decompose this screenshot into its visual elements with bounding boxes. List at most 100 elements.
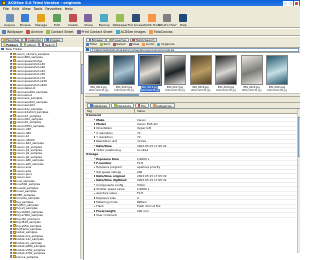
bullet-icon xyxy=(93,179,96,182)
folder-icon xyxy=(12,117,16,121)
view-button[interactable]: View xyxy=(128,42,139,46)
thumbnail-image[interactable] xyxy=(113,55,135,85)
properties-scroll-thumb[interactable] xyxy=(298,117,300,157)
folder-icon xyxy=(12,152,16,155)
folder-icon xyxy=(12,100,16,103)
thumbnail[interactable]: IMG_0015.jpg 1600x1200 86 jpg xyxy=(113,55,136,94)
bullet-icon xyxy=(93,201,96,203)
tab-favorites[interactable]: Favorites xyxy=(0,37,22,42)
secondary-toolbar-button[interactable]: Print Contact Sheet xyxy=(76,30,113,34)
tab-label: Browser xyxy=(91,37,104,42)
address-field[interactable]: f:\data\digital\photography\cameras\cano… xyxy=(90,47,299,52)
tree-scrollbar[interactable] xyxy=(80,52,83,259)
thumbnail-info: 1600x1200 86 jpg xyxy=(139,89,160,92)
toolbar-button-label: What's this? xyxy=(158,22,177,27)
folder-icon xyxy=(12,162,16,165)
folder-icon xyxy=(12,80,16,83)
close-button[interactable] xyxy=(294,0,299,6)
secondary-toolbar-button[interactable]: Archive xyxy=(25,30,43,34)
folder-icon xyxy=(12,241,16,244)
folder-icon xyxy=(12,251,16,255)
thumbnail[interactable]: IMG_0021.jpg 1600x1200 86 jpg xyxy=(266,55,289,94)
folder-icon xyxy=(12,97,16,100)
audio-button[interactable]: Audio xyxy=(142,42,154,46)
thumbnail[interactable]: IMG_0016.jpg 1600x1200 86 jpg xyxy=(137,54,162,94)
toolbar-button[interactable]: ACDS Tools xyxy=(143,12,160,27)
filter-button[interactable]: Filter xyxy=(86,42,97,46)
window-title: ACDSee 5.0 Tried Version - originals xyxy=(8,1,81,5)
thumbnail-scroll-thumb[interactable] xyxy=(99,94,139,97)
value-column-header[interactable]: Value xyxy=(135,109,300,113)
tab-calendar[interactable]: Calendar xyxy=(22,37,44,42)
menu-item[interactable]: Edit xyxy=(12,7,19,11)
toolbar-button[interactable]: Full Screen xyxy=(128,12,144,27)
thumbnail-image[interactable] xyxy=(87,55,110,85)
thumbnail[interactable]: IMG_0018.jpg 1600x1200 86 jpg xyxy=(189,55,212,94)
thumbnail-image[interactable] xyxy=(215,55,237,85)
minimize-button[interactable] xyxy=(282,0,288,6)
select-button[interactable]: Select xyxy=(112,42,126,46)
thumbnail-image[interactable] xyxy=(164,55,186,85)
tab-database[interactable]: Database xyxy=(87,103,110,108)
menu-item[interactable]: View xyxy=(22,7,31,11)
thumbnail[interactable]: IMG_0019.jpg 1600x1200 86 jpg xyxy=(215,55,238,94)
new-folder-icon[interactable] xyxy=(1,47,4,51)
toolbar-button[interactable]: Acquire xyxy=(2,12,17,27)
toolbar-button[interactable]: Manage xyxy=(34,12,49,27)
thumbnail-image[interactable] xyxy=(137,54,162,86)
secondary-toolbar-button[interactable]: Contact Sheet xyxy=(45,30,74,34)
folder-up-icon[interactable] xyxy=(86,48,89,52)
toolbar-button[interactable]: Edit xyxy=(49,12,64,27)
tab-album[interactable]: Album xyxy=(21,42,39,47)
toolbar-button[interactable]: Wallpaper xyxy=(113,12,128,27)
secondary-toolbar-label: Print Contact Sheet xyxy=(81,30,113,34)
share-icon xyxy=(84,13,93,22)
tab-metadata[interactable]: Metadata xyxy=(110,103,134,108)
properties-scrollbar[interactable] xyxy=(297,109,300,253)
tab-images[interactable]: Images xyxy=(43,37,63,42)
thumbnail-image[interactable] xyxy=(189,55,212,85)
secondary-toolbar-button[interactable]: ACDSee Images xyxy=(115,30,146,34)
toolbar-button[interactable]: Share xyxy=(81,12,96,27)
secondary-toolbar-button[interactable]: FotoCanvas xyxy=(148,30,173,34)
thumbnail[interactable]: IMG_0014.jpg 1600x1200 86 jpg xyxy=(87,55,110,94)
tab-file[interactable]: File xyxy=(134,103,149,108)
new-folder-label[interactable]: New Folder xyxy=(6,47,23,51)
tab-label: Favorites xyxy=(6,37,20,42)
maximize-button[interactable] xyxy=(288,0,294,6)
thumbnail[interactable]: IMG_0017.jpg 1600x1200 86 jpg xyxy=(164,55,187,94)
property-row[interactable]: User comment xyxy=(85,213,300,218)
sort-button[interactable]: Sort xyxy=(100,42,110,46)
tab-label: Metadata xyxy=(117,103,131,108)
menu-item[interactable]: File xyxy=(3,7,9,11)
menu-item[interactable]: Help xyxy=(65,7,73,11)
thumbnail[interactable]: IMG_0020.jpg 1600x1200 86 jpg xyxy=(240,55,263,94)
thumbnail-strip: IMG_0014.jpg 1600x1200 86 jpg IMG_0015.jpg… xyxy=(85,53,300,97)
folder-icon xyxy=(12,159,16,162)
toolbar-button[interactable]: What's this? xyxy=(158,12,177,27)
tag-column-header[interactable]: Tag xyxy=(85,109,135,113)
thumbnail-image[interactable] xyxy=(240,55,263,85)
tree-item[interactable]: + konica_samples xyxy=(0,255,83,259)
thumbnail-scrollbar[interactable] xyxy=(85,93,300,97)
main-toolbar: Acquire Browse Manage Edit Create Share Backup… xyxy=(0,12,300,28)
folder-icon xyxy=(12,83,16,86)
tree-scroll-thumb[interactable] xyxy=(81,64,83,94)
toolbar-button[interactable]: Create xyxy=(65,12,80,27)
menu-item[interactable]: Favorites xyxy=(45,7,61,11)
organize-button[interactable]: Organize xyxy=(157,42,175,46)
toolbar-button[interactable]: Browse xyxy=(18,12,33,27)
collapse-icon[interactable]: − xyxy=(85,114,88,117)
toolbar-button[interactable]: Help xyxy=(176,12,191,27)
menu-item[interactable]: Tools xyxy=(34,7,43,11)
secondary-toolbar-button[interactable]: Wallpaper xyxy=(2,30,23,34)
tab-search[interactable]: Search xyxy=(39,42,58,47)
folder-icon xyxy=(12,190,16,193)
toolbar-button[interactable]: Backup xyxy=(97,12,112,27)
collapse-icon[interactable]: − xyxy=(85,153,88,156)
organize-icon xyxy=(157,42,161,46)
bullet-icon xyxy=(93,209,96,212)
tab-categories[interactable]: Categories xyxy=(149,103,175,108)
folder-icon xyxy=(12,234,16,238)
thumbnail-image[interactable] xyxy=(266,55,288,85)
